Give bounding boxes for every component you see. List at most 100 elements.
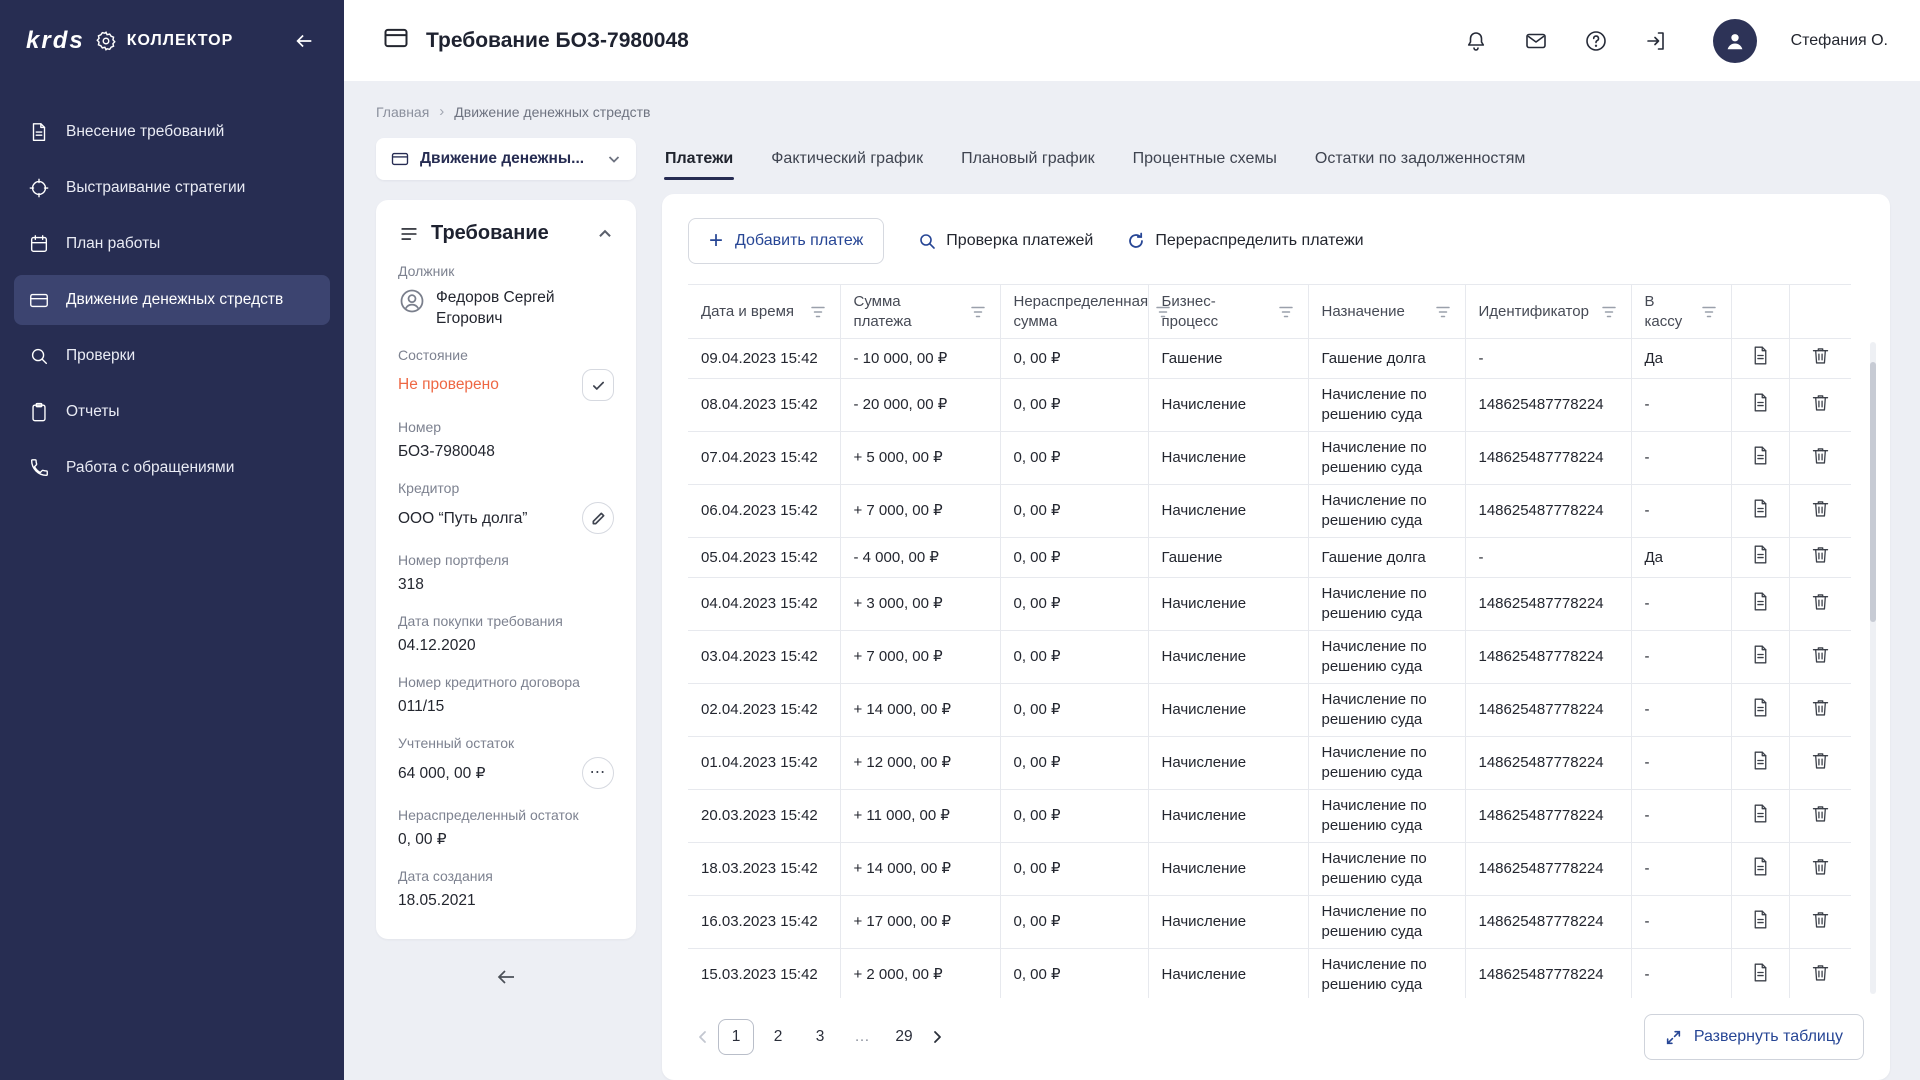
sidebar-item-claims-entry[interactable]: Внесение требований (14, 107, 330, 157)
col-purpose: Назначение (1308, 285, 1465, 339)
table-row: 20.03.2023 15:42 + 11 000, 00 ₽ 0, 00 ₽ … (688, 790, 1851, 843)
sidebar-item-appeals[interactable]: Работа с обращениями (14, 443, 330, 493)
row-delete-button[interactable] (1810, 962, 1831, 986)
row-delete-button[interactable] (1810, 544, 1831, 568)
row-document-button[interactable] (1750, 345, 1771, 369)
cell-identifier: 148625487778224 (1465, 485, 1631, 538)
row-delete-button[interactable] (1810, 750, 1831, 774)
edit-creditor-button[interactable] (582, 502, 614, 534)
cell-amount: - 4 000, 00 ₽ (840, 538, 1000, 578)
collapse-menu-button[interactable] (290, 27, 318, 55)
sidebar-item-strategy[interactable]: Выстраивание стратегии (14, 163, 330, 213)
pagination-prev-icon[interactable] (688, 1022, 718, 1052)
add-payment-button[interactable]: + Добавить платеж (688, 218, 884, 264)
mail-icon[interactable] (1523, 28, 1549, 54)
cell-business-process: Гашение (1148, 339, 1308, 379)
sidebar-item-label: Внесение требований (66, 123, 224, 141)
cell-unallocated-amount: 0, 00 ₽ (1000, 379, 1148, 432)
row-delete-button[interactable] (1810, 856, 1831, 880)
row-delete-button[interactable] (1810, 345, 1831, 369)
scrollbar-thumb[interactable] (1870, 362, 1876, 623)
row-delete-button[interactable] (1810, 445, 1831, 469)
sidebar-item-label: Отчеты (66, 403, 120, 421)
pagination-page[interactable]: 29 (886, 1019, 922, 1055)
cell-unallocated-amount: 0, 00 ₽ (1000, 432, 1148, 485)
row-delete-button[interactable] (1810, 644, 1831, 668)
card-icon (390, 149, 410, 169)
plus-icon: + (709, 231, 723, 251)
cell-business-process: Начисление (1148, 684, 1308, 737)
filter-icon[interactable] (1277, 304, 1295, 320)
cell-purpose: Начисление по решению суда (1308, 896, 1465, 949)
row-delete-button[interactable] (1810, 697, 1831, 721)
cell-purpose: Начисление по решению суда (1308, 790, 1465, 843)
help-icon[interactable] (1583, 28, 1609, 54)
logout-icon[interactable] (1643, 28, 1669, 54)
trash-icon (1810, 909, 1831, 930)
table-row: 04.04.2023 15:42 + 3 000, 00 ₽ 0, 00 ₽ Н… (688, 578, 1851, 631)
filter-icon[interactable] (969, 304, 987, 320)
row-delete-button[interactable] (1810, 909, 1831, 933)
top-header: Требование БОЗ-7980048 Стефания О. (344, 0, 1920, 81)
pagination-next-icon[interactable] (922, 1022, 952, 1052)
row-document-button[interactable] (1750, 803, 1771, 827)
filter-icon[interactable] (1700, 304, 1718, 320)
more-options-button[interactable]: ⋯ (582, 757, 614, 789)
portfolio-number: 318 (398, 574, 614, 595)
row-delete-button[interactable] (1810, 392, 1831, 416)
tab-2[interactable]: Фактический график (770, 150, 924, 180)
breadcrumb-current: Движение денежных стредств (454, 104, 650, 120)
section-select[interactable]: Движение денежны... (376, 138, 636, 180)
redistribute-payments-button[interactable]: Перераспределить платежи (1127, 232, 1363, 250)
check-payments-button[interactable]: Проверка платежей (918, 232, 1093, 250)
avatar[interactable] (1713, 19, 1757, 63)
pagination-page[interactable]: 1 (718, 1019, 754, 1055)
tab-1[interactable]: Платежи (664, 150, 734, 180)
row-document-button[interactable] (1750, 856, 1771, 880)
cell-cash: - (1631, 737, 1731, 790)
row-document-button[interactable] (1750, 750, 1771, 774)
cell-amount: - 10 000, 00 ₽ (840, 339, 1000, 379)
sidebar-item-work-plan[interactable]: План работы (14, 219, 330, 269)
row-document-button[interactable] (1750, 544, 1771, 568)
verify-check-button[interactable] (582, 369, 614, 401)
notifications-bell-icon[interactable] (1463, 28, 1489, 54)
cell-date: 07.04.2023 15:42 (688, 432, 840, 485)
sidebar-item-label: Работа с обращениями (66, 459, 234, 477)
collapse-panel-arrow-button[interactable] (494, 965, 518, 989)
row-document-button[interactable] (1750, 392, 1771, 416)
tab-3[interactable]: Плановый график (960, 150, 1096, 180)
collapse-card-button[interactable] (596, 225, 614, 243)
row-document-button[interactable] (1750, 697, 1771, 721)
row-document-button[interactable] (1750, 445, 1771, 469)
expand-table-button[interactable]: Развернуть таблицу (1644, 1014, 1864, 1060)
file-text-icon (1750, 750, 1771, 771)
filter-icon[interactable] (1434, 304, 1452, 320)
cell-purpose: Начисление по решению суда (1308, 485, 1465, 538)
row-document-button[interactable] (1750, 644, 1771, 668)
pagination-page[interactable]: 2 (760, 1019, 796, 1055)
row-delete-button[interactable] (1810, 803, 1831, 827)
pagination-page[interactable]: 3 (802, 1019, 838, 1055)
row-document-button[interactable] (1750, 591, 1771, 615)
tab-4[interactable]: Процентные схемы (1132, 150, 1278, 180)
sidebar-item-cash-flow[interactable]: Движение денежных стредств (14, 275, 330, 325)
row-document-button[interactable] (1750, 909, 1771, 933)
breadcrumb-home[interactable]: Главная (376, 104, 429, 120)
row-delete-button[interactable] (1810, 591, 1831, 615)
file-text-icon (1750, 644, 1771, 665)
section-select-value: Движение денежны... (420, 150, 584, 168)
sidebar-item-checks[interactable]: Проверки (14, 331, 330, 381)
cell-cash: - (1631, 485, 1731, 538)
filter-icon[interactable] (809, 304, 827, 320)
trash-icon (1810, 750, 1831, 771)
brand-name: КОЛЛЕКТОР (127, 32, 234, 50)
filter-icon[interactable] (1600, 304, 1618, 320)
row-document-button[interactable] (1750, 962, 1771, 986)
tab-5[interactable]: Остатки по задолженностям (1314, 150, 1526, 180)
row-document-button[interactable] (1750, 498, 1771, 522)
sidebar-item-reports[interactable]: Отчеты (14, 387, 330, 437)
row-delete-button[interactable] (1810, 498, 1831, 522)
cell-unallocated-amount: 0, 00 ₽ (1000, 538, 1148, 578)
cell-cash: - (1631, 631, 1731, 684)
